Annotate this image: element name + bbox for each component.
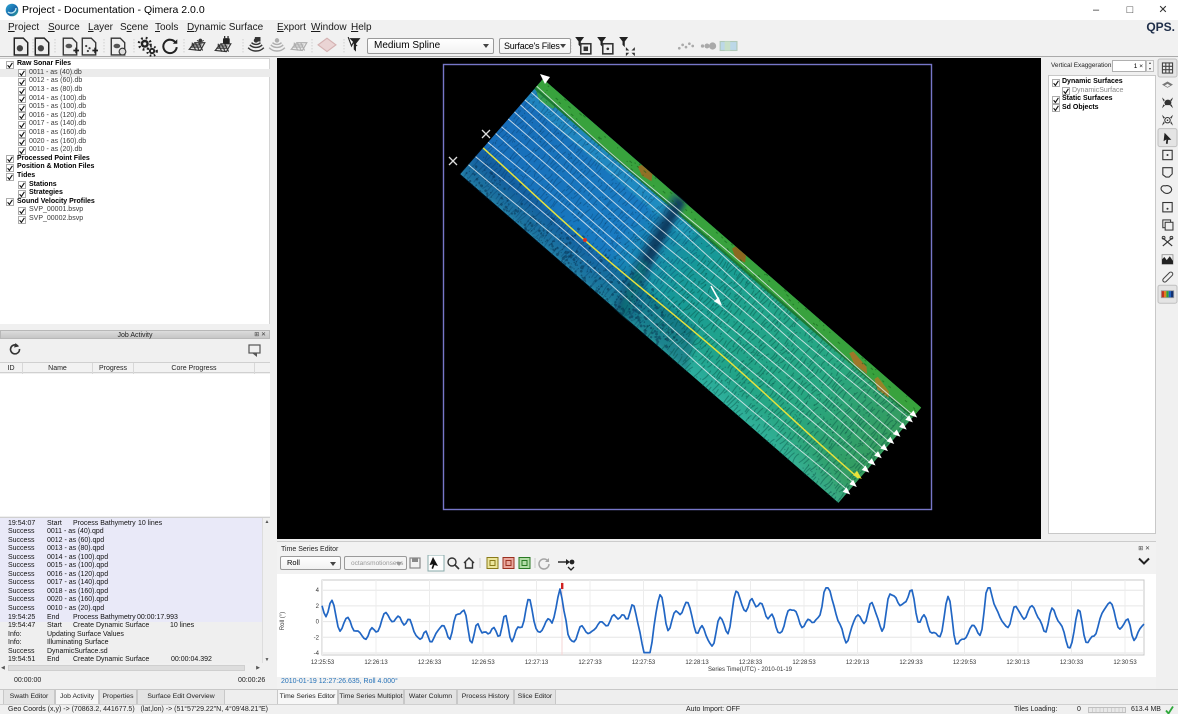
svg-text:12:26:13: 12:26:13: [364, 660, 388, 666]
svg-text:2: 2: [316, 604, 320, 610]
svg-text:12:27:53: 12:27:53: [632, 660, 656, 666]
svg-text:12:29:33: 12:29:33: [899, 660, 923, 666]
svg-text:12:28:53: 12:28:53: [792, 660, 816, 666]
svg-text:Roll (°): Roll (°): [280, 612, 286, 630]
svg-text:12:30:53: 12:30:53: [1113, 660, 1137, 666]
svg-text:12:26:53: 12:26:53: [471, 660, 495, 666]
svg-text:12:28:33: 12:28:33: [739, 660, 763, 666]
svg-text:12:29:53: 12:29:53: [953, 660, 977, 666]
svg-text:0: 0: [316, 620, 320, 626]
svg-text:4: 4: [316, 588, 320, 594]
svg-text:12:26:33: 12:26:33: [418, 660, 442, 666]
svg-text:12:29:13: 12:29:13: [846, 660, 870, 666]
svg-text:12:27:13: 12:27:13: [525, 660, 549, 666]
svg-text:12:30:33: 12:30:33: [1060, 660, 1084, 666]
svg-text:12:27:33: 12:27:33: [578, 660, 602, 666]
svg-text:Series Time(UTC) - 2010-01-19: Series Time(UTC) - 2010-01-19: [708, 667, 793, 673]
svg-text:12:28:13: 12:28:13: [685, 660, 709, 666]
svg-text:12:25:53: 12:25:53: [311, 660, 335, 666]
svg-text:-2: -2: [314, 635, 320, 641]
svg-text:-4: -4: [314, 651, 320, 657]
svg-text:12:30:13: 12:30:13: [1006, 660, 1030, 666]
